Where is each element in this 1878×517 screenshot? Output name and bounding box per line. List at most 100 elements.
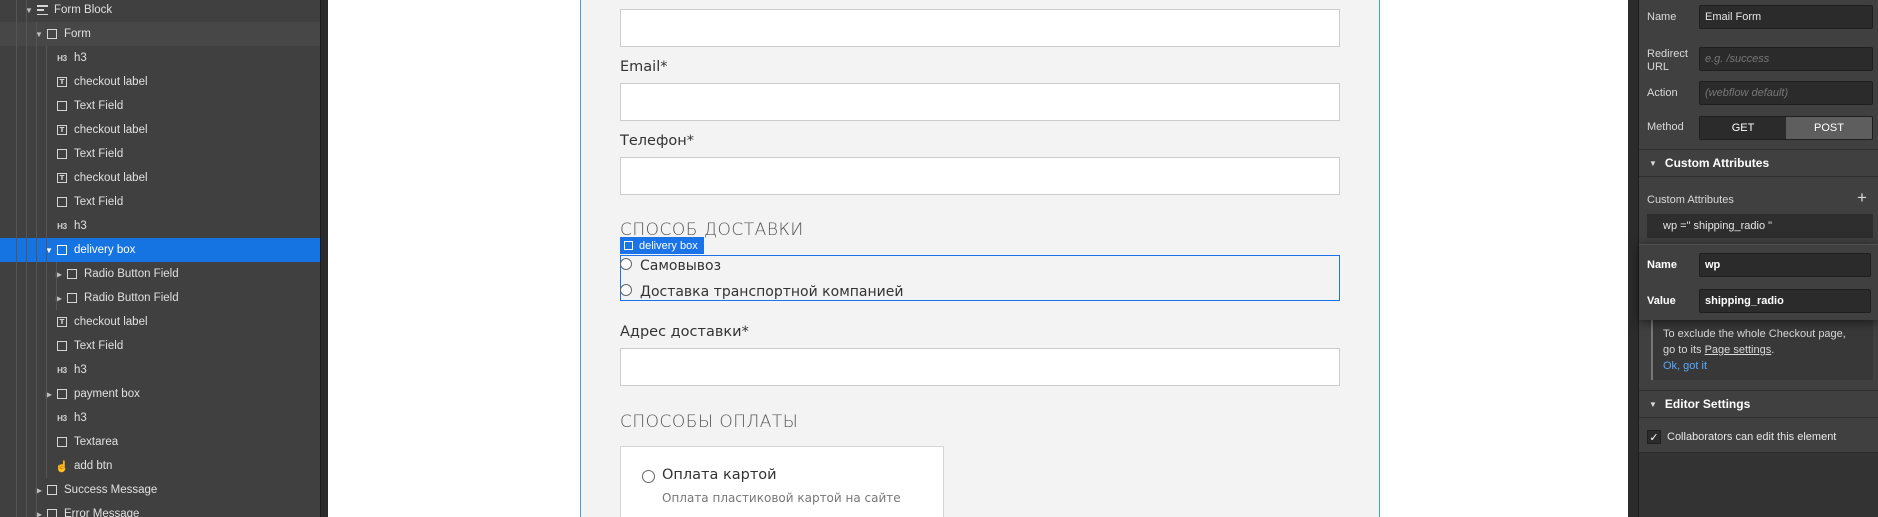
heading-h3-icon: H3 <box>56 412 68 424</box>
box-shape <box>57 101 67 111</box>
ok-got-it-link[interactable]: Ok, got it <box>1663 358 1873 374</box>
navigator-item[interactable]: ▶ Error Message <box>0 502 320 517</box>
navigator-item-label: h3 <box>74 52 87 64</box>
form-name-input[interactable]: Email Form <box>1699 5 1873 29</box>
collaborators-option[interactable]: ✓ Collaborators can edit this element <box>1647 430 1836 444</box>
navigator-item[interactable]: Text Field <box>0 142 320 166</box>
email-text-field[interactable] <box>620 83 1340 121</box>
navigator-item[interactable]: Text Field <box>0 94 320 118</box>
tree-indent-guide <box>36 214 37 238</box>
radio-button[interactable] <box>620 284 632 296</box>
notice-text: . <box>1771 344 1775 356</box>
payment-option-card[interactable]: Оплата картой Оплата пластиковой картой … <box>620 446 944 517</box>
navigator-item[interactable]: Text Field <box>0 334 320 358</box>
attribute-value-input[interactable]: shipping_radio <box>1699 289 1871 313</box>
checkbox-checked-icon[interactable]: ✓ <box>1647 430 1661 444</box>
h3-glyph: H3 <box>57 413 67 423</box>
navigator-item[interactable]: ▼ Form <box>0 22 320 46</box>
navigator-item[interactable]: ☝ add btn <box>0 454 320 478</box>
payment-option-title: Оплата картой <box>662 467 777 483</box>
navigator-item[interactable]: ▼ Form Block <box>0 0 320 22</box>
tree-indent-guide <box>16 310 17 334</box>
radio-button-field[interactable]: Доставка транспортной компанией <box>620 284 903 300</box>
address-text-field[interactable] <box>620 348 1340 386</box>
hand-glyph: ☝ <box>55 460 69 473</box>
tree-indent-guide <box>46 358 47 382</box>
navigator-item[interactable]: Textarea <box>0 430 320 454</box>
design-canvas: Email* Телефон* СПОСОБ ДОСТАВКИ delivery… <box>328 0 1628 517</box>
navigator-item[interactable]: ▶ payment box <box>0 382 320 406</box>
navigator-scrollbar[interactable] <box>320 0 328 517</box>
tree-indent-guide <box>16 0 17 22</box>
tree-indent-guide <box>26 70 27 94</box>
navigator-item[interactable]: Tcheckout label <box>0 310 320 334</box>
plus-icon[interactable]: + <box>1857 189 1867 206</box>
navigator-item[interactable]: ▼ delivery box <box>0 238 320 262</box>
navigator-item[interactable]: Tcheckout label <box>0 118 320 142</box>
radio-label: Доставка транспортной компанией <box>640 284 904 300</box>
attribute-name-input[interactable]: wp <box>1699 253 1871 277</box>
element-box-icon <box>624 241 633 250</box>
element-box-icon <box>56 100 68 112</box>
tree-indent-guide <box>16 238 17 262</box>
payment-option-description: Оплата пластиковой картой на сайте <box>662 491 901 505</box>
method-get-button[interactable]: GET <box>1700 117 1786 139</box>
tree-indent-guide <box>46 430 47 454</box>
tree-indent-guide <box>26 46 27 70</box>
navigator-item[interactable]: H3 h3 <box>0 214 320 238</box>
navigator-item[interactable]: Tcheckout label <box>0 70 320 94</box>
tree-indent-guide <box>36 478 37 502</box>
action-input[interactable]: (webflow default) <box>1699 81 1873 105</box>
text-label-icon: T <box>56 316 68 328</box>
navigator-item[interactable]: H3 h3 <box>0 406 320 430</box>
radio-button[interactable] <box>620 258 632 270</box>
caret-down-icon: ▼ <box>1649 158 1657 168</box>
navigator-item[interactable]: Text Field <box>0 190 320 214</box>
tree-indent-guide <box>16 382 17 406</box>
element-box-icon <box>46 508 58 517</box>
radio-button[interactable] <box>642 470 655 483</box>
text-box-shape: T <box>57 77 67 87</box>
phone-text-field[interactable] <box>620 157 1340 195</box>
form-block-icon <box>36 4 48 16</box>
tree-indent-guide <box>36 142 37 166</box>
navigator-item[interactable]: ▶ Success Message <box>0 478 320 502</box>
tree-indent-guide <box>16 454 17 478</box>
page-settings-link[interactable]: Page settings <box>1705 344 1772 356</box>
tree-indent-guide <box>26 94 27 118</box>
navigator-item[interactable]: Tcheckout label <box>0 166 320 190</box>
selected-element-tag[interactable]: delivery box <box>620 237 704 254</box>
editor-settings-section-header[interactable]: ▼ Editor Settings <box>1639 390 1878 418</box>
navigator-item-label: Form Block <box>54 4 113 16</box>
address-label: Адрес доставки* <box>620 324 749 340</box>
navigator-item[interactable]: ▶ Radio Button Field <box>0 286 320 310</box>
name-text-field[interactable] <box>620 9 1340 47</box>
h3-glyph: H3 <box>57 53 67 63</box>
navigator-item[interactable]: H3 h3 <box>0 358 320 382</box>
tree-indent-guide <box>46 382 47 406</box>
tree-indent-guide <box>16 334 17 358</box>
tree-indent-guide <box>26 214 27 238</box>
navigator-item-label: h3 <box>74 220 87 232</box>
text-box-shape: T <box>57 125 67 135</box>
tree-indent-guide <box>46 286 47 310</box>
redirect-url-input[interactable]: e.g. /success <box>1699 47 1873 71</box>
custom-attribute-row[interactable]: wp =" shipping_radio " <box>1647 214 1873 238</box>
custom-attributes-section-header[interactable]: ▼ Custom Attributes <box>1639 149 1878 177</box>
method-toggle[interactable]: GET POST <box>1699 116 1873 140</box>
box-shape <box>57 341 67 351</box>
navigator-item[interactable]: H3 h3 <box>0 46 320 70</box>
navigator-item-label: Success Message <box>64 484 158 496</box>
element-box-icon <box>56 196 68 208</box>
box-shape <box>57 437 67 447</box>
tree-indent-guide <box>36 166 37 190</box>
tree-indent-guide <box>26 478 27 502</box>
navigator-item-label: Text Field <box>74 100 124 112</box>
radio-button-field[interactable]: Самовывоз <box>620 258 721 274</box>
h3-glyph: H3 <box>57 221 67 231</box>
method-post-button[interactable]: POST <box>1786 117 1872 139</box>
navigator-item[interactable]: ▶ Radio Button Field <box>0 262 320 286</box>
notice-text-line1: To exclude the whole Checkout page, <box>1663 328 1846 340</box>
tree-indent-guide <box>46 334 47 358</box>
tree-indent-guide <box>36 430 37 454</box>
